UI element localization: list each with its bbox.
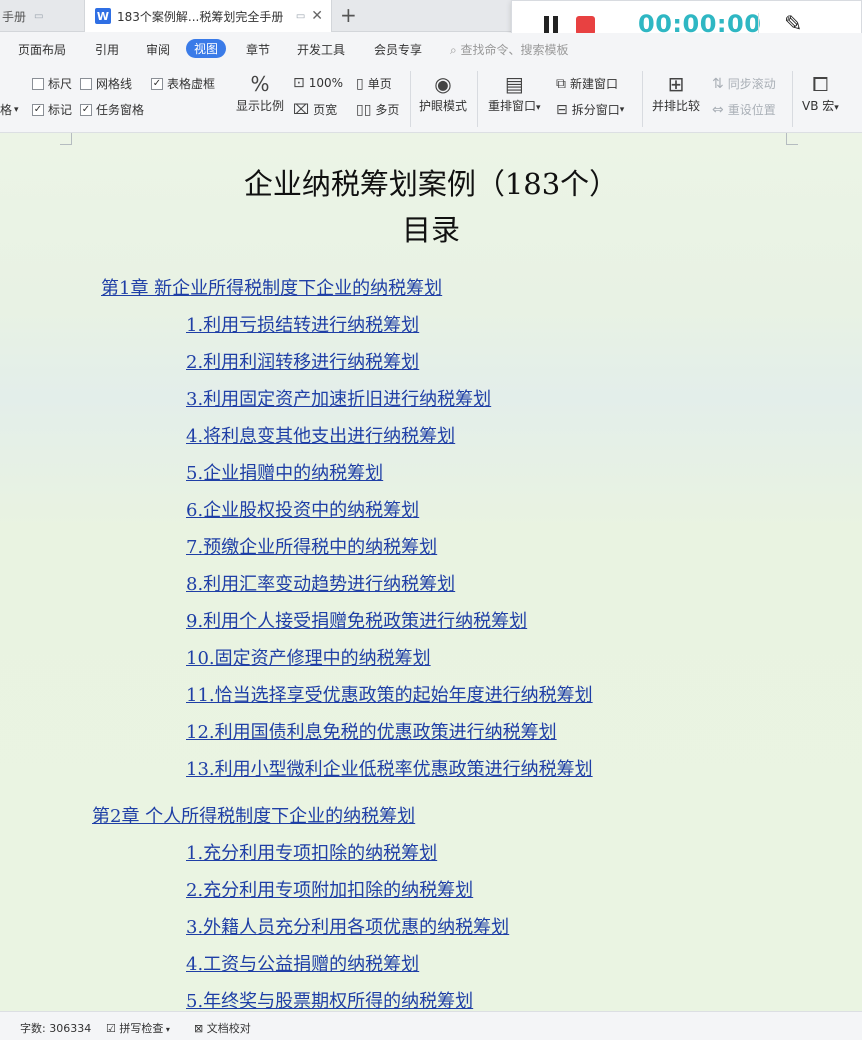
document-proof-button[interactable]: ⊠ 文档校对 bbox=[194, 1020, 251, 1036]
toc-chapter-2[interactable]: 第2章 个人所得税制度下企业的纳税筹划 bbox=[92, 802, 415, 828]
toc-item[interactable]: 8.利用汇率变动趋势进行纳税筹划 bbox=[186, 570, 455, 596]
page-corner-mark bbox=[60, 133, 72, 145]
multi-page-button[interactable]: ▯▯ 多页 bbox=[356, 101, 399, 118]
eye-icon: ◉ bbox=[434, 72, 452, 96]
document-title: 企业纳税筹划案例（183个） bbox=[243, 167, 619, 201]
truncated-label: 格 ▾ bbox=[0, 103, 19, 117]
toc-item[interactable]: 9.利用个人接受捐赠免税政策进行纳税筹划 bbox=[186, 607, 527, 633]
eye-protection-button[interactable]: ◉ 护眼模式 bbox=[419, 71, 467, 114]
gridlines-checkbox[interactable]: 网格线 bbox=[80, 75, 132, 92]
page-width-icon: ⌧ bbox=[293, 101, 310, 118]
toc-item[interactable]: 3.利用固定资产加速折旧进行纳税筹划 bbox=[186, 385, 491, 411]
menu-section[interactable]: 章节 bbox=[246, 41, 270, 58]
spell-check-icon: ☑ bbox=[106, 1022, 120, 1035]
status-bar: 字数: 306334 ☑ 拼写检查 ▾ ⊠ 文档校对 bbox=[0, 1011, 862, 1040]
one-to-one-icon: ⊡ bbox=[293, 75, 305, 91]
vb-macro-button[interactable]: ⧠ VB 宏▾ bbox=[802, 71, 839, 114]
rearrange-icon: ▤ bbox=[504, 72, 524, 96]
sync-scroll-button[interactable]: ⇅ 同步滚动 bbox=[712, 75, 776, 92]
toc-item[interactable]: 10.固定资产修理中的纳税筹划 bbox=[186, 644, 431, 670]
side-by-side-compare-button[interactable]: ⊞ 并排比较 bbox=[652, 71, 700, 114]
multi-page-icon: ▯▯ bbox=[356, 101, 372, 118]
tab-title: 183个案例解...税筹划完全手册 bbox=[117, 9, 284, 24]
task-pane-checkbox[interactable]: ✓ 任务窗格 bbox=[80, 101, 144, 118]
reset-position-icon: ⇔ bbox=[712, 101, 724, 118]
split-window-icon: ⊟ bbox=[556, 101, 568, 118]
page-corner-mark bbox=[786, 133, 798, 145]
command-search[interactable]: ⌕ 查找命令、搜索模板 bbox=[450, 41, 569, 58]
menu-review[interactable]: 审阅 bbox=[146, 41, 170, 58]
toc-item[interactable]: 12.利用国债利息免税的优惠政策进行纳税筹划 bbox=[186, 718, 557, 744]
toc-item[interactable]: 3.外籍人员充分利用各项优惠的纳税筹划 bbox=[186, 913, 509, 939]
single-page-icon: ▯ bbox=[356, 75, 364, 92]
divider bbox=[792, 71, 793, 127]
toc-item[interactable]: 6.企业股权投资中的纳税筹划 bbox=[186, 496, 419, 522]
zoom-100-button[interactable]: ⊡ 100% bbox=[293, 75, 343, 91]
search-icon: ⌕ bbox=[450, 43, 461, 57]
toc-chapter-1[interactable]: 第1章 新企业所得税制度下企业的纳税筹划 bbox=[101, 274, 442, 300]
table-gridlines-checkbox[interactable]: ✓ 表格虚框 bbox=[151, 75, 215, 92]
ruler-checkbox[interactable]: 标尺 bbox=[32, 75, 72, 92]
wps-writer-icon: W bbox=[95, 8, 111, 24]
toc-item[interactable]: 4.工资与公益捐赠的纳税筹划 bbox=[186, 950, 419, 976]
new-window-icon: ⧉ bbox=[556, 75, 566, 92]
word-count: 字数: 306334 bbox=[20, 1022, 92, 1035]
proof-icon: ⊠ bbox=[194, 1022, 207, 1035]
toc-item[interactable]: 1.充分利用专项扣除的纳税筹划 bbox=[186, 839, 437, 865]
toc-item[interactable]: 4.将利息变其他支出进行纳税筹划 bbox=[186, 422, 455, 448]
single-page-button[interactable]: ▯ 单页 bbox=[356, 75, 392, 92]
reset-position-button[interactable]: ⇔ 重设位置 bbox=[712, 101, 776, 118]
macro-icon: ⧠ bbox=[812, 72, 829, 96]
close-icon[interactable]: ✕ bbox=[311, 8, 323, 24]
monitor-icon[interactable]: ▭ bbox=[296, 11, 305, 22]
new-window-button[interactable]: ⧉ 新建窗口 bbox=[556, 75, 618, 92]
spell-check-button[interactable]: ☑ 拼写检查 ▾ bbox=[106, 1020, 170, 1036]
zoom-ratio-icon: % bbox=[250, 72, 270, 96]
page-width-button[interactable]: ⌧ 页宽 bbox=[293, 101, 337, 118]
ribbon-toolbar: 标尺 网格线 ✓ 表格虚框 格 ▾ ✓ 标记 ✓ 任务窗格 % 显示比例 ⊡ 100% ⌧… bbox=[0, 65, 862, 133]
toc-item[interactable]: 11.恰当选择享受优惠政策的起始年度进行纳税筹划 bbox=[186, 681, 593, 707]
tab-previous-document[interactable]: 手册 ▭ bbox=[0, 0, 82, 32]
split-window-button[interactable]: ⊟ 拆分窗口 ▾ bbox=[556, 101, 624, 118]
divider bbox=[642, 71, 643, 127]
ribbon-menu-bar: 页面布局 引用 审阅 视图 章节 开发工具 会员专享 ⌕ 查找命令、搜索模板 bbox=[0, 33, 862, 65]
menu-developer-tools[interactable]: 开发工具 bbox=[297, 41, 345, 58]
menu-references[interactable]: 引用 bbox=[95, 41, 119, 58]
marks-checkbox[interactable]: ✓ 标记 bbox=[32, 101, 72, 118]
toc-item[interactable]: 2.利用利润转移进行纳税筹划 bbox=[186, 348, 419, 374]
new-tab-plus-icon[interactable]: + bbox=[340, 3, 357, 27]
sync-scroll-icon: ⇅ bbox=[712, 75, 724, 92]
monitor-icon: ▭ bbox=[34, 10, 44, 22]
rearrange-windows-button[interactable]: ▤ 重排窗口▾ bbox=[488, 71, 541, 114]
divider bbox=[477, 71, 478, 127]
toc-item[interactable]: 5.年终奖与股票期权所得的纳税筹划 bbox=[186, 987, 473, 1011]
menu-member[interactable]: 会员专享 bbox=[374, 41, 422, 58]
toc-item[interactable]: 1.利用亏损结转进行纳税筹划 bbox=[186, 311, 419, 337]
document-page[interactable]: 企业纳税筹划案例（183个） 目录 第1章 新企业所得税制度下企业的纳税筹划 1… bbox=[0, 133, 862, 1011]
menu-view[interactable]: 视图 bbox=[186, 39, 227, 58]
pause-icon[interactable] bbox=[543, 16, 559, 34]
document-subtitle: 目录 bbox=[401, 213, 460, 247]
tab-active-document[interactable]: W 183个案例解...税筹划完全手册 ▭ ✕ bbox=[84, 0, 332, 32]
toc-item[interactable]: 13.利用小型微利企业低税率优惠政策进行纳税筹划 bbox=[186, 755, 593, 781]
compare-icon: ⊞ bbox=[667, 72, 685, 96]
toc-item[interactable]: 7.预缴企业所得税中的纳税筹划 bbox=[186, 533, 437, 559]
toc-item[interactable]: 2.充分利用专项附加扣除的纳税筹划 bbox=[186, 876, 473, 902]
tab-label: 手册 bbox=[2, 9, 27, 24]
toc-item[interactable]: 5.企业捐赠中的纳税筹划 bbox=[186, 459, 383, 485]
divider bbox=[410, 71, 411, 127]
menu-page-layout[interactable]: 页面布局 bbox=[18, 41, 66, 58]
display-ratio-button[interactable]: % 显示比例 bbox=[236, 71, 284, 114]
